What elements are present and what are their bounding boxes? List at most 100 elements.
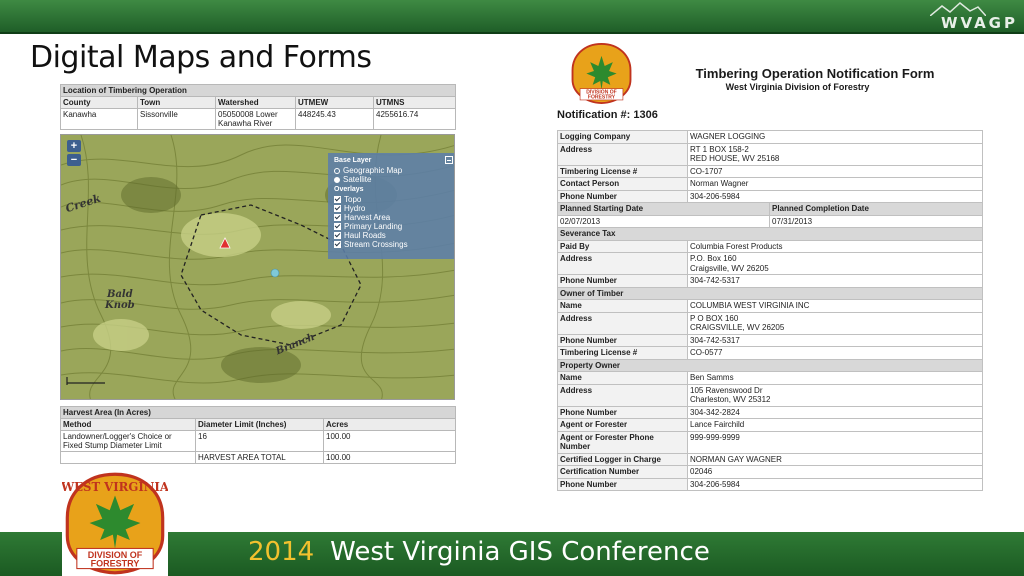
address-line: CRAIGSVILLE, WV 26205 xyxy=(690,323,785,332)
layer-label: Haul Roads xyxy=(344,231,386,240)
field-value: 999-999-9999 xyxy=(686,430,984,454)
harvest-table: Harvest Area (In Acres) Method Diameter … xyxy=(59,406,457,464)
conference-year: 2014 xyxy=(248,537,315,567)
form-subtitle: West Virginia Division of Forestry xyxy=(725,82,870,92)
minimize-icon[interactable] xyxy=(445,156,453,164)
layer-label: Geographic Map xyxy=(343,166,403,175)
left-map-panel: Location of Timbering Operation County T… xyxy=(59,84,457,464)
column-header: Method xyxy=(60,418,196,431)
field-value: Lance Fairchild xyxy=(686,418,984,432)
field-label: Phone Number xyxy=(557,189,688,203)
checkbox-checked-icon[interactable] xyxy=(334,214,341,221)
map-label-bald: Bald xyxy=(107,289,133,300)
form-title: Timbering Operation Notification Form xyxy=(695,66,935,81)
table-row: Kanawha Sissonville 05050008 Lower Kanaw… xyxy=(60,108,457,130)
field-label: Timbering License # xyxy=(557,164,688,178)
field-value: 304-742-5317 xyxy=(686,333,984,347)
zoom-in-button[interactable]: + xyxy=(67,140,81,152)
zoom-out-button[interactable]: − xyxy=(67,154,81,166)
address-line: 105 Ravenswood Dr xyxy=(690,385,763,395)
address-line: P.O. Box 160 xyxy=(690,254,737,263)
field-label: Phone Number xyxy=(557,477,688,491)
watershed-cell: 05050008 Lower Kanawha River xyxy=(215,108,296,130)
column-header: County xyxy=(60,96,138,109)
overlay-option[interactable]: Haul Roads xyxy=(334,231,450,240)
field-label: Certification Number xyxy=(557,465,688,479)
address-line: Charleston, WV 25312 xyxy=(690,395,771,404)
field-value: 02046 xyxy=(686,465,984,479)
layer-label: Stream Crossings xyxy=(344,240,408,249)
address-line: Craigsville, WV 26205 xyxy=(690,263,769,273)
conference-name: West Virginia GIS Conference xyxy=(330,537,710,567)
field-label: Address xyxy=(557,383,688,407)
section-header: Planned Starting Date xyxy=(557,202,770,216)
base-layer-option[interactable]: Satellite xyxy=(334,175,450,184)
field-label: Agent or Forester xyxy=(557,418,688,432)
column-header: UTMNS xyxy=(372,96,457,109)
forestry-logo: WEST VIRGINIA DIVISION OF FORESTRY xyxy=(60,470,170,576)
checkbox-checked-icon[interactable] xyxy=(334,241,341,248)
layer-label: Topo xyxy=(344,195,362,204)
field-label: Phone Number xyxy=(557,274,688,288)
field-value: CO-1707 xyxy=(686,164,984,178)
address-line: P O BOX 160 xyxy=(690,313,739,323)
brand-logo-text: WVAGP xyxy=(940,14,1018,32)
layer-label: Primary Landing xyxy=(344,222,403,231)
field-value: Norman Wagner xyxy=(686,177,984,191)
utmew-cell: 448245.43 xyxy=(295,108,374,130)
town-cell: Sissonville xyxy=(137,108,216,130)
radio-icon[interactable] xyxy=(334,168,340,174)
acres-cell: 100.00 xyxy=(322,430,457,452)
field-value: 304-342-2824 xyxy=(686,405,984,419)
form-table: Logging Company WAGNER LOGGING Address RT … xyxy=(556,130,984,491)
overlay-option[interactable]: Harvest Area xyxy=(334,213,450,222)
overlay-option[interactable]: Stream Crossings xyxy=(334,240,450,249)
field-label: Certified Logger in Charge xyxy=(557,452,688,466)
topo-map[interactable]: Creek Bald Knob Branch + − Base Layer Ge… xyxy=(60,134,455,400)
checkbox-checked-icon[interactable] xyxy=(334,223,341,230)
address-line: RT 1 BOX 158-2 xyxy=(690,144,749,154)
field-label: Agent or Forester Phone Number xyxy=(557,430,688,454)
field-value: RT 1 BOX 158-2 RED HOUSE, WV 25168 xyxy=(686,142,984,166)
county-cell: Kanawha xyxy=(60,108,138,130)
top-banner: WVAGP xyxy=(0,0,1024,34)
overlay-option[interactable]: Hydro xyxy=(334,204,450,213)
field-label: Contact Person xyxy=(557,177,688,191)
layer-label: Satellite xyxy=(343,175,372,184)
field-label: Paid By xyxy=(557,239,688,253)
section-header: Owner of Timber xyxy=(556,286,984,300)
utmns-cell: 4255616.74 xyxy=(372,108,457,130)
diameter-cell: 16 xyxy=(195,430,324,452)
column-header: Acres xyxy=(322,418,457,431)
column-header: Town xyxy=(137,96,216,109)
radio-selected-icon[interactable] xyxy=(334,177,340,183)
base-layer-option[interactable]: Geographic Map xyxy=(334,166,450,175)
notification-number: Notification #: 1306 xyxy=(557,109,658,121)
table-row: HARVEST AREA TOTAL 100.00 xyxy=(60,451,457,464)
checkbox-checked-icon[interactable] xyxy=(334,232,341,239)
field-label: Phone Number xyxy=(557,333,688,347)
field-value: 304-206-5984 xyxy=(686,189,984,203)
address-line: RED HOUSE, WV 25168 xyxy=(690,154,780,163)
field-value: 105 Ravenswood Dr Charleston, WV 25312 xyxy=(686,383,984,407)
overlay-option[interactable]: Primary Landing xyxy=(334,222,450,231)
field-value: P O BOX 160 CRAIGSVILLE, WV 26205 xyxy=(686,311,984,335)
empty-cell xyxy=(60,451,196,464)
field-label: Name xyxy=(557,299,688,313)
total-value-cell: 100.00 xyxy=(322,451,457,464)
table-row: Landowner/Logger's Choice or Fixed Stump… xyxy=(60,430,457,452)
forestry-seal-icon: WEST VIRGINIA DIVISION OF FORESTRY xyxy=(60,472,170,575)
layer-label: Hydro xyxy=(344,204,366,213)
field-value: WAGNER LOGGING xyxy=(686,130,984,144)
method-cell: Landowner/Logger's Choice or Fixed Stump… xyxy=(60,430,196,452)
field-label: Address xyxy=(557,311,688,335)
field-label: Name xyxy=(557,371,688,385)
total-label-cell: HARVEST AREA TOTAL xyxy=(195,451,324,464)
overlay-option[interactable]: Topo xyxy=(334,195,450,204)
layer-label: Harvest Area xyxy=(344,213,391,222)
checkbox-checked-icon[interactable] xyxy=(334,205,341,212)
checkbox-checked-icon[interactable] xyxy=(334,196,341,203)
harvest-caption: Harvest Area (In Acres) xyxy=(59,406,457,419)
layer-switcher-panel: Base Layer Geographic Map Satellite Over… xyxy=(328,153,454,259)
field-label: Address xyxy=(557,252,688,275)
